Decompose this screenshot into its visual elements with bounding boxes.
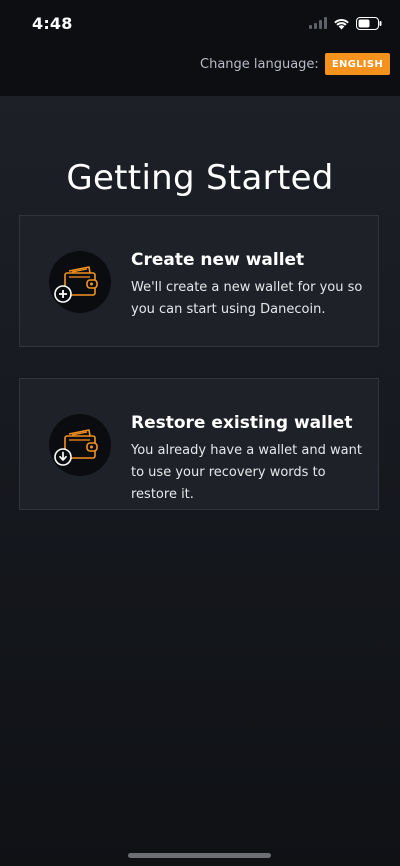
restore-wallet-description: You already have a wallet and want to us… [131, 443, 362, 502]
download-circle-icon [54, 448, 72, 466]
language-selector: Change language: ENGLISH [200, 53, 390, 75]
language-label: Change language: [200, 56, 319, 72]
status-icons [309, 14, 382, 32]
create-wallet-description: We'll create a new wallet for you so you… [131, 280, 363, 317]
status-time: 4:48 [32, 14, 73, 33]
restore-wallet-title: Restore existing wallet [131, 413, 353, 433]
language-button[interactable]: ENGLISH [324, 53, 390, 75]
battery-icon [356, 16, 382, 30]
wallet-restore-icon [49, 414, 111, 476]
cellular-signal-icon [309, 17, 327, 29]
header-bar: 4:48 Change language: ENGLISH [0, 0, 400, 96]
restore-wallet-card[interactable]: Restore existing wallet You already have… [19, 378, 379, 510]
wifi-icon [334, 18, 349, 29]
page-title: Getting Started [66, 158, 334, 198]
wallet-add-icon [49, 251, 111, 313]
create-wallet-card[interactable]: Create new wallet We'll create a new wal… [19, 215, 379, 347]
plus-circle-icon [54, 285, 72, 303]
home-indicator[interactable] [128, 853, 271, 858]
create-wallet-title: Create new wallet [131, 250, 305, 270]
